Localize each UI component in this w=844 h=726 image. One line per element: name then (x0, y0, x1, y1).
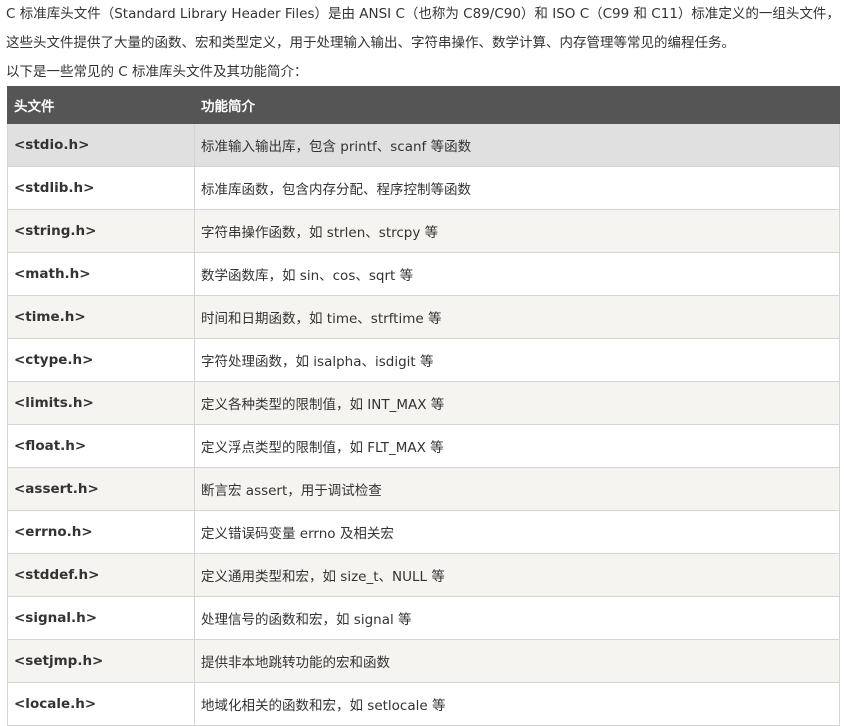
header-file-name: <string.h> (7, 209, 195, 253)
header-file-description: 标准库函数，包含内存分配、程序控制等函数 (194, 166, 840, 210)
table-row: <stdio.h> 标准输入输出库，包含 printf、scanf 等函数 (7, 123, 840, 167)
header-file-name: <ctype.h> (7, 338, 195, 382)
table-row: <signal.h> 处理信号的函数和宏，如 signal 等 (7, 596, 840, 640)
header-file-name: <math.h> (7, 252, 195, 296)
table-row: <stdlib.h> 标准库函数，包含内存分配、程序控制等函数 (7, 166, 840, 210)
header-file-name: <time.h> (7, 295, 195, 339)
header-file-name: <limits.h> (7, 381, 195, 425)
header-file-description: 地域化相关的函数和宏，如 setlocale 等 (194, 682, 840, 726)
table-row: <stddef.h> 定义通用类型和宏，如 size_t、NULL 等 (7, 553, 840, 597)
table-row: <float.h> 定义浮点类型的限制值，如 FLT_MAX 等 (7, 424, 840, 468)
table-row: <errno.h> 定义错误码变量 errno 及相关宏 (7, 510, 840, 554)
header-file-name: <signal.h> (7, 596, 195, 640)
header-file-description: 标准输入输出库，包含 printf、scanf 等函数 (194, 123, 840, 167)
intro-line-3: 以下是一些常见的 C 标准库头文件及其功能简介： (6, 64, 308, 80)
header-file-description: 定义错误码变量 errno 及相关宏 (194, 510, 840, 554)
header-file-description: 定义通用类型和宏，如 size_t、NULL 等 (194, 553, 840, 597)
header-file-name: <assert.h> (7, 467, 195, 511)
header-file-description: 字符串操作函数，如 strlen、strcpy 等 (194, 209, 840, 253)
header-file-description: 定义浮点类型的限制值，如 FLT_MAX 等 (194, 424, 840, 468)
intro-line-1: C 标准库头文件（Standard Library Header Files）是… (6, 6, 840, 22)
table-row: <string.h> 字符串操作函数，如 strlen、strcpy 等 (7, 209, 840, 253)
header-file-description: 字符处理函数，如 isalpha、isdigit 等 (194, 338, 840, 382)
table-row: <ctype.h> 字符处理函数，如 isalpha、isdigit 等 (7, 338, 840, 382)
table-row: <limits.h> 定义各种类型的限制值，如 INT_MAX 等 (7, 381, 840, 425)
header-file-description: 断言宏 assert，用于调试检查 (194, 467, 840, 511)
header-files-table: 头文件 功能简介 <stdio.h> 标准输入输出库，包含 printf、sca… (7, 86, 840, 726)
header-file-name: <stdlib.h> (7, 166, 195, 210)
column-header-file: 头文件 (7, 86, 195, 124)
table-row: <time.h> 时间和日期函数，如 time、strftime 等 (7, 295, 840, 339)
table-header-row: 头文件 功能简介 (7, 86, 840, 124)
header-file-description: 定义各种类型的限制值，如 INT_MAX 等 (194, 381, 840, 425)
header-file-name: <stdio.h> (7, 123, 195, 167)
table-row: <locale.h> 地域化相关的函数和宏，如 setlocale 等 (7, 682, 840, 726)
header-file-name: <float.h> (7, 424, 195, 468)
header-file-name: <setjmp.h> (7, 639, 195, 683)
header-file-name: <errno.h> (7, 510, 195, 554)
column-header-description: 功能简介 (194, 86, 840, 124)
intro-text: C 标准库头文件（Standard Library Header Files）是… (6, 0, 842, 87)
header-file-name: <locale.h> (7, 682, 195, 726)
header-file-description: 提供非本地跳转功能的宏和函数 (194, 639, 840, 683)
table-row: <assert.h> 断言宏 assert，用于调试检查 (7, 467, 840, 511)
table-row: <math.h> 数学函数库，如 sin、cos、sqrt 等 (7, 252, 840, 296)
header-file-description: 数学函数库，如 sin、cos、sqrt 等 (194, 252, 840, 296)
header-file-description: 时间和日期函数，如 time、strftime 等 (194, 295, 840, 339)
table-row: <setjmp.h> 提供非本地跳转功能的宏和函数 (7, 639, 840, 683)
header-file-description: 处理信号的函数和宏，如 signal 等 (194, 596, 840, 640)
intro-line-2: 这些头文件提供了大量的函数、宏和类型定义，用于处理输入输出、字符串操作、数学计算… (6, 35, 735, 51)
header-file-name: <stddef.h> (7, 553, 195, 597)
